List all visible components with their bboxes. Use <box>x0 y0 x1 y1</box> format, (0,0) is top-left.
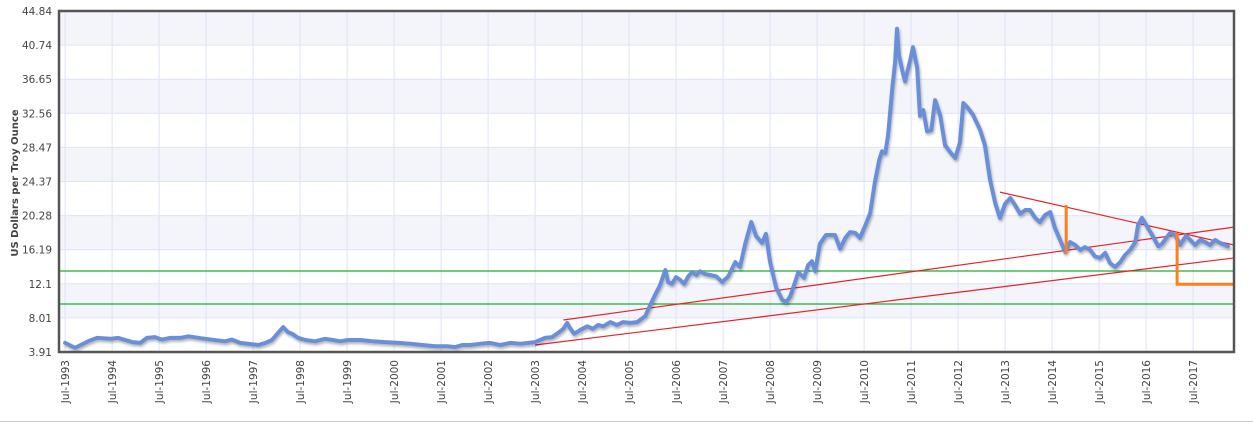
x-tick-label: Jul-2004 <box>577 360 589 404</box>
y-tick-label: 3.91 <box>29 347 52 359</box>
silver-price-chart: 3.91 8.01 12.1 16.19 20.28 24.37 28.47 32.56 36.… <box>0 0 1253 422</box>
x-tick-label: Jul-2016 <box>1141 360 1153 404</box>
y-tick-label: 12.1 <box>29 279 52 291</box>
x-tick-label: Jul-2015 <box>1094 360 1106 404</box>
x-tick-label: Jul-2005 <box>624 360 636 404</box>
y-tick-label: 36.65 <box>22 74 52 86</box>
x-tick-label: Jul-1997 <box>248 360 260 404</box>
x-tick-label: Jul-1993 <box>60 360 72 404</box>
x-tick-label: Jul-2003 <box>530 360 542 404</box>
x-tick-label: Jul-2013 <box>1000 360 1012 404</box>
x-tick-label: Jul-2006 <box>671 360 683 404</box>
x-tick-label: Jul-2009 <box>812 360 824 404</box>
x-tick-label: Jul-1995 <box>154 360 166 404</box>
y-axis-label: US Dollars per Troy Ounce <box>10 109 21 256</box>
y-tick-label: 20.28 <box>22 211 52 223</box>
y-tick-label: 28.47 <box>22 142 52 154</box>
chart-svg: 3.91 8.01 12.1 16.19 20.28 24.37 28.47 32.56 36.… <box>10 6 1236 404</box>
x-tick-label: Jul-2000 <box>389 360 401 404</box>
x-tick-label: Jul-2017 <box>1188 360 1200 404</box>
x-tick-label: Jul-2010 <box>859 360 871 404</box>
x-tick-label: Jul-1998 <box>295 360 307 404</box>
x-tick-label: Jul-1994 <box>107 360 119 404</box>
y-tick-label: 40.74 <box>22 40 52 52</box>
x-tick-label: Jul-2007 <box>718 360 730 404</box>
x-tick-label: Jul-2014 <box>1047 360 1059 404</box>
x-tick-label: Jul-1999 <box>342 360 354 404</box>
y-tick-label: 32.56 <box>22 108 52 120</box>
y-tick-label: 8.01 <box>29 313 52 325</box>
x-tick-label: Jul-2002 <box>483 360 495 404</box>
grid-band <box>59 79 1234 114</box>
grid-band <box>59 147 1234 182</box>
x-tick-label: Jul-2011 <box>906 360 918 404</box>
grid-band <box>59 11 1234 46</box>
y-tick-label: 44.84 <box>22 6 52 18</box>
y-tick-label: 24.37 <box>22 177 52 189</box>
x-tick-label: Jul-1996 <box>201 360 213 404</box>
x-tick-label: Jul-2001 <box>436 360 448 404</box>
x-tick-label: Jul-2012 <box>953 360 965 404</box>
y-tick-label: 16.19 <box>22 245 52 257</box>
x-tick-label: Jul-2008 <box>765 360 777 404</box>
